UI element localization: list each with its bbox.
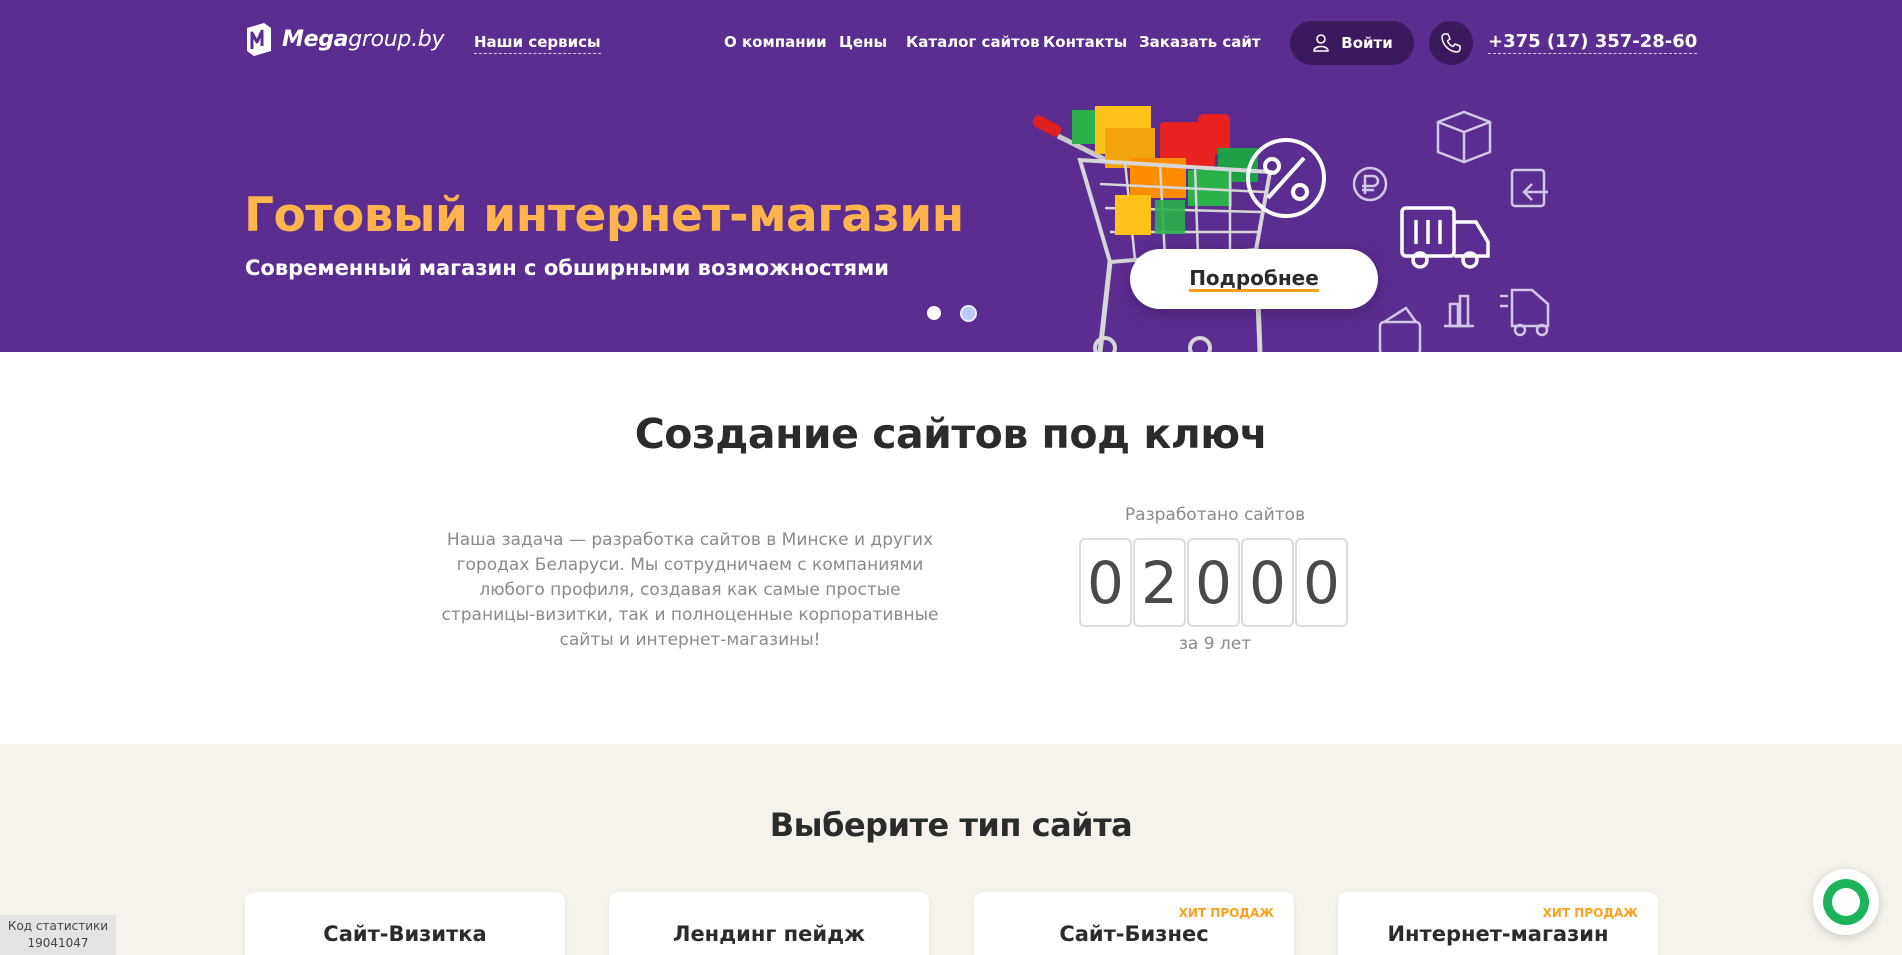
- phone-icon[interactable]: [1429, 21, 1473, 65]
- forklift-icon: [1500, 288, 1550, 337]
- chat-button[interactable]: [1813, 869, 1879, 935]
- site-type-card-shop[interactable]: ХИТ ПРОДАЖ Интернет-магазин: [1338, 892, 1658, 955]
- card-title: Интернет-магазин: [1387, 922, 1609, 946]
- chart-icon: [1444, 294, 1474, 328]
- login-button[interactable]: Войти: [1290, 21, 1414, 65]
- nav-prices[interactable]: Цены: [839, 33, 887, 51]
- sites-counter: 0 2 0 0 0: [1079, 538, 1348, 627]
- slider-dot-1[interactable]: [927, 306, 941, 320]
- site-type-card-landing[interactable]: Лендинг пейдж: [609, 892, 929, 955]
- phone-number[interactable]: +375 (17) 357-28-60: [1488, 31, 1698, 54]
- section-title-types: Выберите тип сайта: [769, 806, 1133, 844]
- statistics-code: 19041047: [27, 936, 89, 950]
- slider-dot-2[interactable]: [960, 305, 977, 322]
- card-title: Сайт-Бизнес: [1059, 922, 1209, 946]
- statistics-label: Код статистики: [7, 919, 109, 933]
- site-header: Megagroup.by Наши сервисы О компании Цен…: [0, 0, 1902, 86]
- details-button-label: Подробнее: [1189, 265, 1319, 292]
- counter-digit: 0: [1241, 538, 1294, 627]
- ruble-coin-icon: [1352, 166, 1388, 202]
- card-title: Лендинг пейдж: [673, 922, 865, 946]
- hero-banner: Megagroup.by Наши сервисы О компании Цен…: [0, 0, 1902, 352]
- statistics-code-box: Код статистики 19041047: [0, 915, 116, 955]
- hero-title: Готовый интернет-магазин: [244, 188, 964, 243]
- nav-about[interactable]: О компании: [724, 33, 827, 51]
- counter-digit: 0: [1079, 538, 1132, 627]
- site-type-card-business[interactable]: ХИТ ПРОДАЖ Сайт-Бизнес: [974, 892, 1294, 955]
- section-title-creation: Создание сайтов под ключ: [634, 410, 1268, 458]
- counter-digit: 0: [1295, 538, 1348, 627]
- card-title: Сайт-Визитка: [323, 922, 487, 946]
- delivery-truck-icon: [1400, 206, 1490, 269]
- about-description: Наша задача — разработка сайтов в Минске…: [441, 530, 939, 650]
- page: Megagroup.by Наши сервисы О компании Цен…: [0, 0, 1902, 955]
- login-label: Войти: [1341, 34, 1393, 52]
- nav-order[interactable]: Заказать сайт: [1139, 33, 1261, 51]
- user-icon: [1313, 34, 1330, 52]
- counter-label: Разработано сайтов: [1124, 505, 1306, 525]
- site-type-card-business-card[interactable]: Сайт-Визитка: [245, 892, 565, 955]
- return-icon: [1510, 168, 1548, 208]
- box-icon: [1436, 110, 1492, 164]
- nav-contacts[interactable]: Контакты: [1043, 33, 1127, 51]
- hero-illustration: [1032, 106, 1550, 352]
- bestseller-badge: ХИТ ПРОДАЖ: [1542, 906, 1638, 920]
- bestseller-badge: ХИТ ПРОДАЖ: [1178, 906, 1274, 920]
- counter-digit: 2: [1133, 538, 1186, 627]
- nav-catalog[interactable]: Каталог сайтов: [906, 33, 1040, 51]
- wallet-icon: [1378, 306, 1422, 352]
- discount-icon: [1246, 138, 1326, 218]
- counter-period: за 9 лет: [1178, 634, 1252, 654]
- chat-icon: [1823, 879, 1869, 925]
- hero-subtitle: Современный магазин с обширными возможно…: [245, 256, 889, 280]
- counter-digit: 0: [1187, 538, 1240, 627]
- details-button[interactable]: Подробнее: [1130, 249, 1378, 309]
- shopping-cart-icon: [1032, 106, 1273, 352]
